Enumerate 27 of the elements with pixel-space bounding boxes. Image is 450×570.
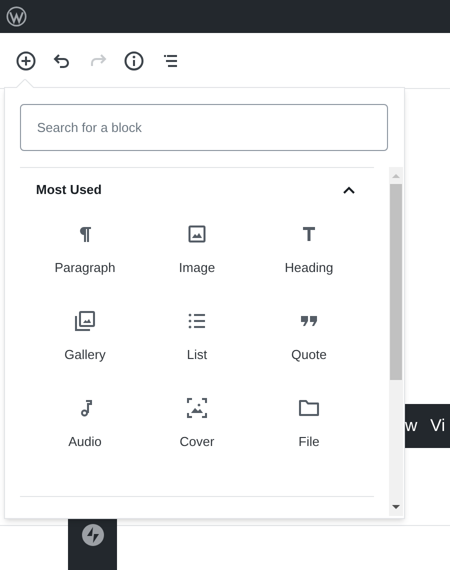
block-item[interactable]: Gallery [29,299,141,386]
search-field[interactable]: Search for a block [20,104,388,151]
block-item[interactable]: Cover [141,386,253,473]
cover-icon [186,397,208,419]
folder-icon [298,397,320,419]
scroll-down-arrow-icon[interactable] [392,504,400,510]
info-button[interactable] [122,48,146,72]
block-item[interactable]: Image [141,212,253,299]
plus-circle-icon [15,50,37,72]
list-icon [187,311,207,331]
image-icon [187,224,207,244]
plus-circle-button[interactable] [14,48,38,72]
block-item[interactable]: Quote [253,299,365,386]
toolbar-text: w [405,415,418,438]
block-item[interactable]: Audio [29,386,141,473]
block-item[interactable]: File [253,386,365,473]
section-title: Most Used [36,181,102,200]
block-item[interactable]: List [141,299,253,386]
block-item[interactable]: Paragraph [29,212,141,299]
scrollbar[interactable] [389,167,403,516]
chevron-up-icon[interactable] [343,186,355,194]
wordpress-logo-icon[interactable] [6,6,27,27]
lightning-icon[interactable] [82,524,104,546]
info-icon [123,50,145,72]
block-item[interactable]: Heading [253,212,365,299]
gallery-icon [74,310,96,332]
toolbar-text: Vi [430,415,446,438]
